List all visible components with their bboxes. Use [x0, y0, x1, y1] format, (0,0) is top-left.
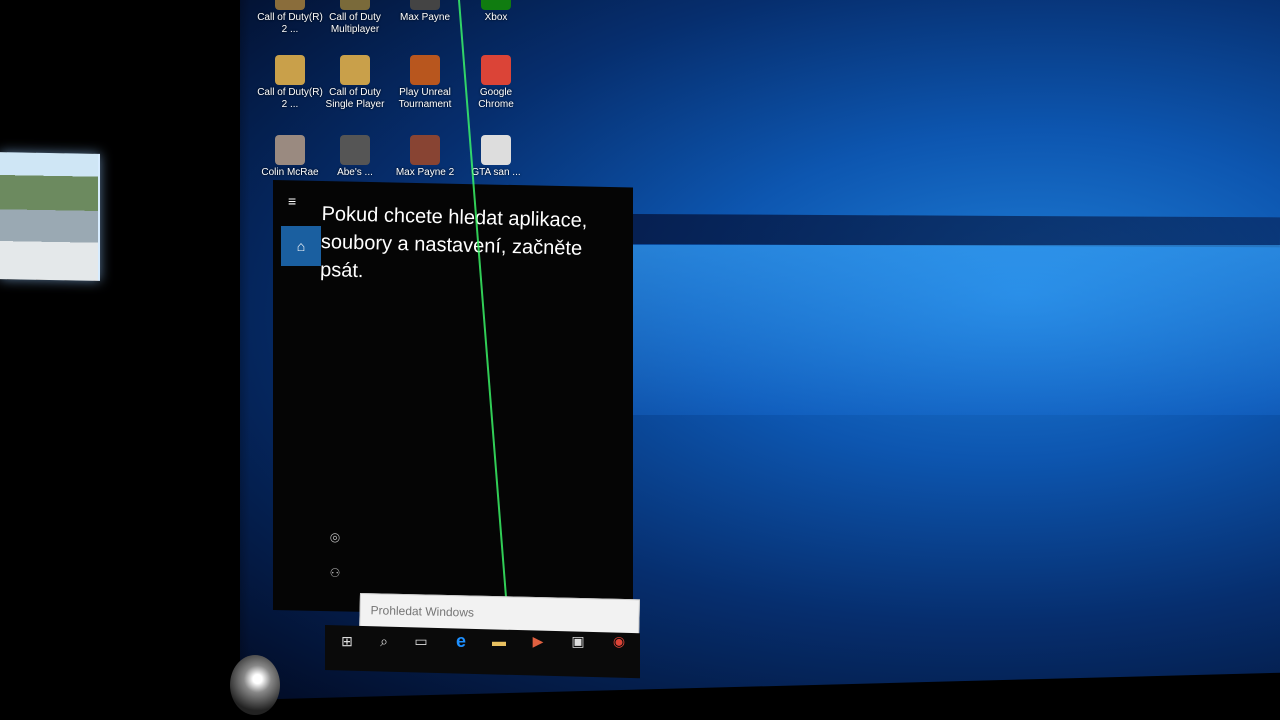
desktop-icon-label: Xbox [484, 12, 508, 23]
xbox-icon [481, 0, 511, 10]
desktop-icon-label: Google Chrome [478, 87, 514, 110]
gta-icon [481, 135, 511, 165]
home-icon: ⌂ [296, 238, 306, 254]
desktop-icon[interactable]: Xbox [463, 0, 529, 24]
home-button[interactable]: ⌂ [281, 226, 321, 266]
desktop-icon-label: Call of Duty Multiplayer [329, 12, 381, 35]
desktop-icon[interactable]: Google Chrome [463, 55, 529, 111]
cod-sp-icon [340, 55, 370, 85]
store-icon[interactable]: ▣ [567, 630, 589, 652]
abes-icon [340, 135, 370, 165]
menu-icon[interactable]: ≡ [288, 194, 302, 208]
chrome-taskbar-icon[interactable]: ◉ [608, 630, 630, 652]
unreal-icon [410, 55, 440, 85]
desktop-icon[interactable]: Call of Duty(R) 2 ... [257, 55, 323, 111]
max-payne-icon [410, 0, 440, 10]
settings-icon[interactable]: ◎ [328, 530, 342, 544]
desktop-icon-label: Call of Duty(R) 2 ... [257, 12, 323, 35]
desktop-icon-label: Call of Duty(R) 2 ... [257, 87, 323, 110]
desktop-icon[interactable]: Call of Duty Multiplayer [322, 0, 388, 36]
monitor-bezel [0, 0, 250, 720]
desktop-icon[interactable]: Max Payne [392, 0, 458, 24]
cod2-star-icon [275, 55, 305, 85]
desktop-icon[interactable]: Play Unreal Tournament [392, 55, 458, 111]
media-player-icon[interactable]: ▶ [527, 630, 549, 652]
chrome-icon [481, 55, 511, 85]
desktop-icon[interactable]: Abe's ... [322, 135, 388, 179]
desktop-icon[interactable]: Call of Duty Single Player [322, 55, 388, 111]
edge-icon[interactable]: e [450, 630, 472, 652]
desktop-icon-label: Play Unreal Tournament [398, 87, 452, 110]
desktop-icon-label: Max Payne [399, 12, 451, 23]
photo-frame [0, 152, 100, 281]
desktop-icon-label: Abe's ... [337, 167, 373, 178]
max-payne2-icon [410, 135, 440, 165]
file-explorer-icon[interactable]: ▬ [488, 630, 510, 652]
colin-mcrae-icon [275, 135, 305, 165]
search-prompt: Pokud chcete hledat aplikace, soubory a … [319, 202, 588, 283]
wallpaper-glow [620, 245, 1280, 415]
light-glare [230, 655, 280, 715]
desktop-icon[interactable]: Call of Duty(R) 2 ... [257, 0, 323, 36]
user-icon[interactable]: ⚇ [328, 566, 342, 580]
cod2-icon [275, 0, 305, 10]
search-icon[interactable]: ⌕ [373, 630, 395, 652]
cod-mp-icon [340, 0, 370, 10]
windows-start-icon[interactable]: ⊞ [336, 630, 358, 652]
task-view-icon[interactable]: ▭ [410, 630, 432, 652]
desktop-icon-label: Call of Duty Single Player [325, 87, 385, 110]
